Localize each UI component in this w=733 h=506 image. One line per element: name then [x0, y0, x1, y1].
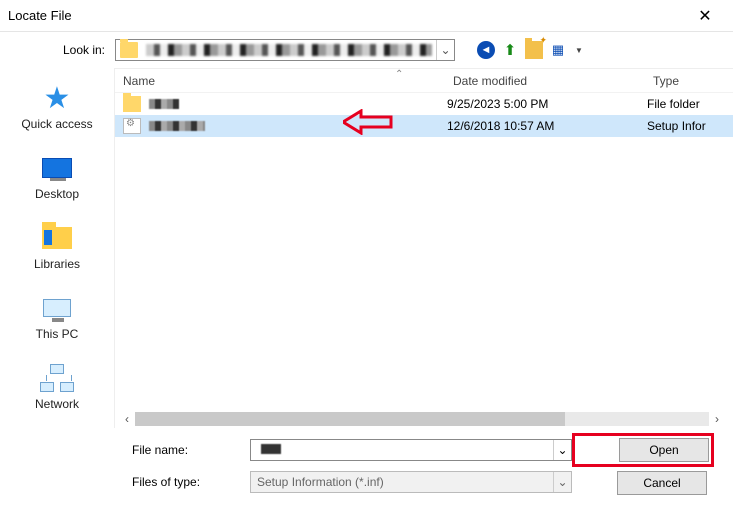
folder-icon — [120, 42, 138, 58]
places-bar: ★ Quick access Desktop Libraries This PC… — [0, 68, 115, 428]
place-label: Network — [35, 397, 79, 411]
network-icon — [40, 364, 74, 392]
close-icon[interactable]: ✕ — [685, 6, 725, 26]
file-type: File folder — [647, 97, 733, 111]
place-label: This PC — [36, 327, 79, 341]
place-quick-access[interactable]: ★ Quick access — [0, 72, 114, 142]
lookin-label: Look in: — [0, 43, 115, 57]
place-label: Desktop — [35, 187, 79, 201]
file-date: 12/6/2018 10:57 AM — [447, 119, 647, 133]
chevron-down-icon[interactable]: ⌄ — [436, 40, 454, 60]
place-libraries[interactable]: Libraries — [0, 212, 114, 282]
column-header-date[interactable]: Date modified — [453, 74, 653, 88]
scroll-right-icon[interactable]: › — [709, 412, 725, 426]
sort-indicator-icon: ⌃ — [395, 69, 403, 80]
chevron-down-icon[interactable]: ⌄ — [553, 472, 571, 492]
inf-file-icon — [123, 118, 141, 134]
filetype-combo[interactable]: Setup Information (*.inf) ⌄ — [250, 471, 572, 493]
view-menu-chevron-icon[interactable]: ▼ — [570, 41, 588, 59]
this-pc-icon — [43, 299, 71, 317]
horizontal-scrollbar[interactable]: ‹ › — [119, 410, 725, 428]
lookin-combo[interactable]: ⌄ — [115, 39, 455, 61]
back-icon[interactable]: ◄ — [477, 41, 495, 59]
scroll-track[interactable] — [135, 412, 709, 426]
scroll-thumb[interactable] — [135, 412, 565, 426]
open-button[interactable]: Open — [619, 438, 709, 462]
filetype-label: Files of type: — [0, 475, 250, 489]
filename-value-redacted — [261, 444, 281, 454]
place-this-pc[interactable]: This PC — [0, 282, 114, 352]
file-date: 9/25/2023 5:00 PM — [447, 97, 647, 111]
view-menu-icon[interactable]: ▦ — [549, 41, 567, 59]
quick-access-icon: ★ — [44, 81, 71, 116]
annotation-highlight: Open — [572, 433, 714, 467]
file-list: ⌃ Name Date modified Type 9/25/2023 5:00… — [115, 68, 733, 428]
column-header-type[interactable]: Type — [653, 74, 733, 88]
file-row[interactable]: 9/25/2023 5:00 PM File folder — [115, 93, 733, 115]
cancel-button[interactable]: Cancel — [617, 471, 707, 495]
place-label: Libraries — [34, 257, 80, 271]
chevron-down-icon[interactable]: ⌄ — [553, 440, 571, 460]
place-desktop[interactable]: Desktop — [0, 142, 114, 212]
desktop-icon — [42, 158, 72, 178]
file-name-redacted — [149, 99, 179, 109]
lookin-path-redacted — [146, 44, 432, 56]
folder-icon — [123, 96, 141, 112]
file-row-selected[interactable]: 12/6/2018 10:57 AM Setup Infor — [115, 115, 733, 137]
libraries-icon — [42, 227, 72, 249]
up-one-level-icon[interactable]: ⬆ — [501, 41, 519, 59]
file-name-redacted — [149, 121, 205, 131]
new-folder-icon[interactable] — [525, 41, 543, 59]
place-label: Quick access — [21, 117, 92, 131]
file-type: Setup Infor — [647, 119, 733, 133]
filename-label: File name: — [0, 443, 250, 457]
scroll-left-icon[interactable]: ‹ — [119, 412, 135, 426]
window-title: Locate File — [8, 8, 72, 23]
filetype-value: Setup Information (*.inf) — [251, 475, 553, 489]
place-network[interactable]: Network — [0, 352, 114, 422]
column-header-name[interactable]: Name — [123, 74, 453, 88]
filename-input[interactable]: ⌄ — [250, 439, 572, 461]
